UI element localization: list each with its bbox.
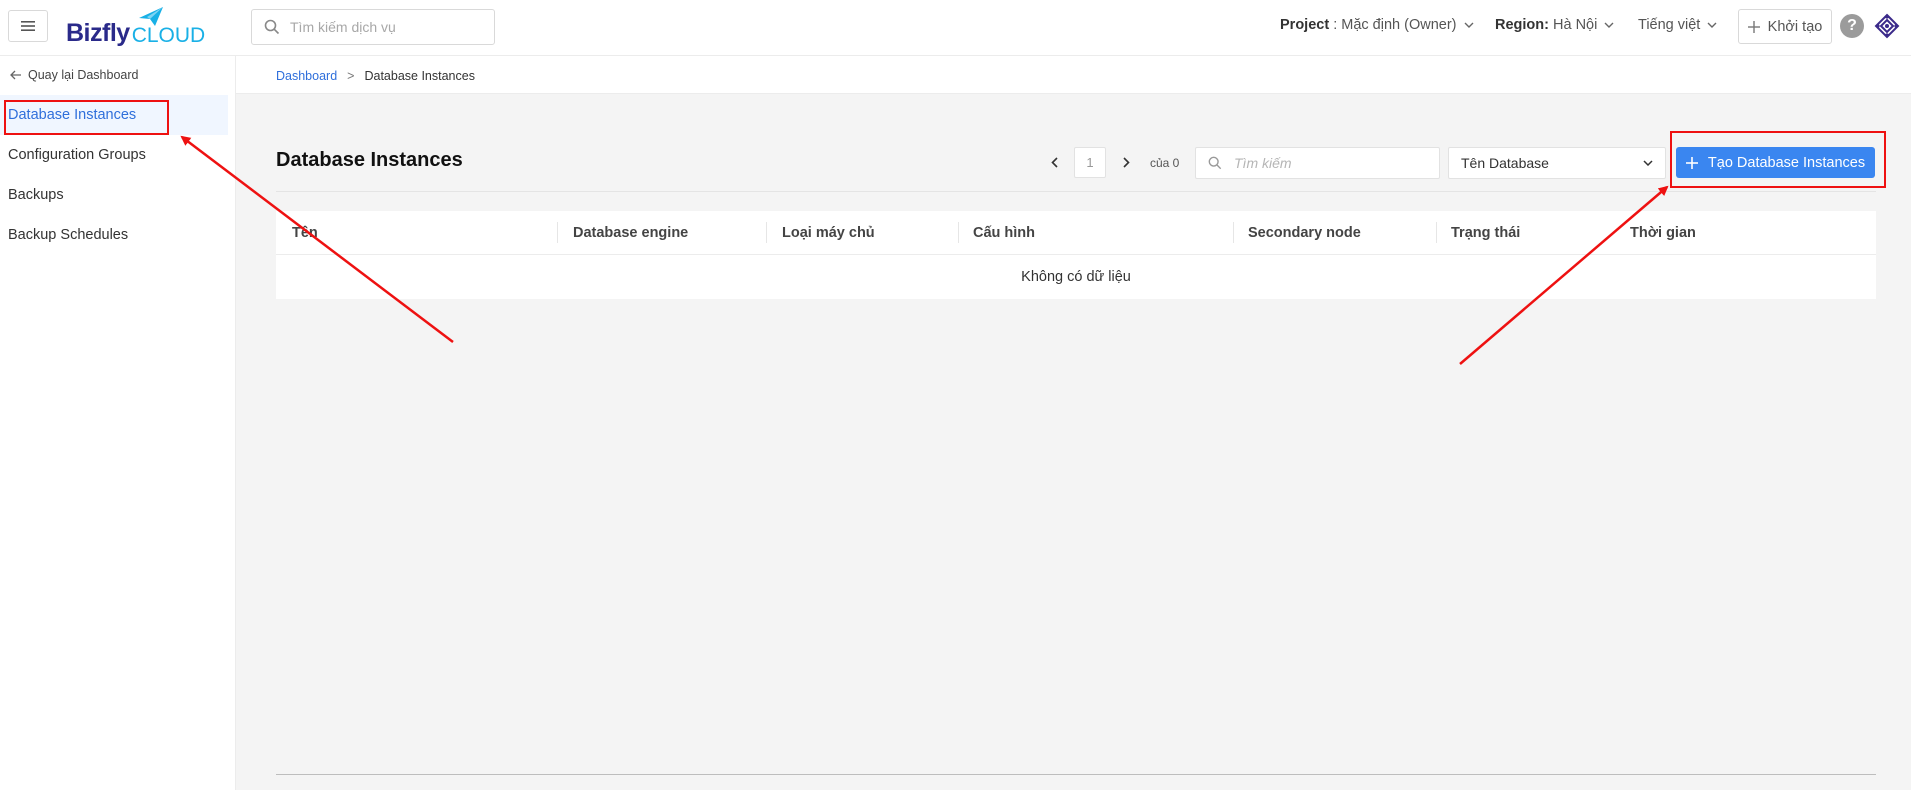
sidebar-item-backup-schedules[interactable]: Backup Schedules [0, 215, 228, 255]
language-selector[interactable]: Tiếng việt [1638, 17, 1717, 33]
highlight-box-sidebar [4, 100, 169, 135]
chevron-right-icon [1122, 156, 1130, 168]
plus-icon [1747, 20, 1760, 33]
bizfly-logo[interactable]: Bizfly CLOUD [66, 7, 205, 48]
logo-main-text: Bizfly [66, 19, 130, 47]
breadcrumb-separator: > [347, 69, 355, 83]
pagination-page-input[interactable]: 1 [1074, 147, 1106, 178]
arrow-left-icon [10, 70, 21, 80]
menu-button[interactable] [8, 10, 48, 42]
chevron-down-icon [1707, 22, 1717, 28]
sidebar-item-label: Backup Schedules [8, 227, 129, 243]
chevron-down-icon [1604, 22, 1614, 28]
search-field-select[interactable]: Tên Database [1448, 147, 1666, 179]
help-icon[interactable]: ? [1840, 14, 1864, 38]
sidebar-item-configuration-groups[interactable]: Configuration Groups [0, 135, 228, 175]
region-selector[interactable]: Region: Hà Nội [1495, 17, 1614, 33]
search-icon [1208, 156, 1222, 170]
column-header-server-type[interactable]: Loại máy chủ [782, 225, 875, 241]
region-value: Hà Nội [1553, 17, 1598, 33]
column-divider [766, 222, 767, 243]
breadcrumb-current: Database Instances [364, 69, 475, 83]
table-header: Tên Database engine Loại máy chủ Cấu hìn… [276, 211, 1876, 255]
pagination-total: của 0 [1150, 156, 1180, 170]
table-empty-state: Không có dữ liệu [276, 255, 1876, 299]
column-divider [1436, 222, 1437, 243]
column-header-status[interactable]: Trạng thái [1451, 225, 1520, 241]
chevron-down-icon [1464, 22, 1473, 28]
breadcrumb: Dashboard > Database Instances [276, 69, 475, 83]
instance-search-input[interactable] [1232, 154, 1426, 172]
search-icon [264, 19, 280, 35]
region-label: Region: [1495, 17, 1549, 33]
column-divider [1233, 222, 1234, 243]
column-header-secondary-node[interactable]: Secondary node [1248, 225, 1361, 241]
top-header: Bizfly CLOUD Project : Mặc định (Owner) … [0, 0, 1911, 56]
create-resource-button[interactable]: Khởi tạo [1738, 9, 1832, 44]
pagination-prev-button[interactable] [1044, 151, 1064, 173]
pagination-next-button[interactable] [1116, 151, 1136, 173]
language-label: Tiếng việt [1638, 17, 1701, 33]
footer-divider [276, 774, 1876, 775]
service-search[interactable] [251, 9, 495, 45]
sidebar-item-label: Configuration Groups [8, 147, 146, 163]
chevron-left-icon [1050, 156, 1058, 168]
search-field-select-value: Tên Database [1461, 155, 1549, 171]
back-to-dashboard-label: Quay lại Dashboard [28, 68, 139, 82]
annotation-arrows [180, 135, 1669, 365]
breadcrumb-bar: Dashboard > Database Instances [236, 56, 1911, 94]
column-divider [557, 222, 558, 243]
service-search-input[interactable] [288, 18, 472, 36]
breadcrumb-dashboard-link[interactable]: Dashboard [276, 69, 337, 83]
project-value: : Mặc định (Owner) [1333, 17, 1457, 33]
column-header-configuration[interactable]: Cấu hình [973, 225, 1035, 241]
title-divider [276, 191, 1876, 192]
empty-state-text: Không có dữ liệu [1021, 269, 1131, 285]
back-to-dashboard-link[interactable]: Quay lại Dashboard [10, 68, 138, 82]
instance-search[interactable] [1195, 147, 1440, 179]
column-header-time[interactable]: Thời gian [1630, 225, 1696, 241]
chevron-down-icon [1643, 160, 1653, 166]
sidebar: Quay lại Dashboard Database Instances Co… [0, 56, 236, 790]
column-divider [958, 222, 959, 243]
column-header-name[interactable]: Tên [292, 225, 318, 241]
sidebar-item-backups[interactable]: Backups [0, 175, 228, 215]
menu-icon [21, 21, 35, 31]
instances-table: Tên Database engine Loại máy chủ Cấu hìn… [276, 211, 1876, 299]
highlight-box-create-button [1670, 131, 1886, 188]
project-selector[interactable]: Project : Mặc định (Owner) [1280, 17, 1474, 33]
project-label: Project [1280, 17, 1330, 33]
page-title: Database Instances [276, 149, 463, 171]
sidebar-item-label: Backups [8, 187, 64, 203]
create-resource-label: Khởi tạo [1767, 18, 1823, 35]
apps-icon[interactable] [1874, 13, 1900, 39]
paper-plane-icon [139, 7, 163, 26]
column-header-database-engine[interactable]: Database engine [573, 225, 688, 241]
